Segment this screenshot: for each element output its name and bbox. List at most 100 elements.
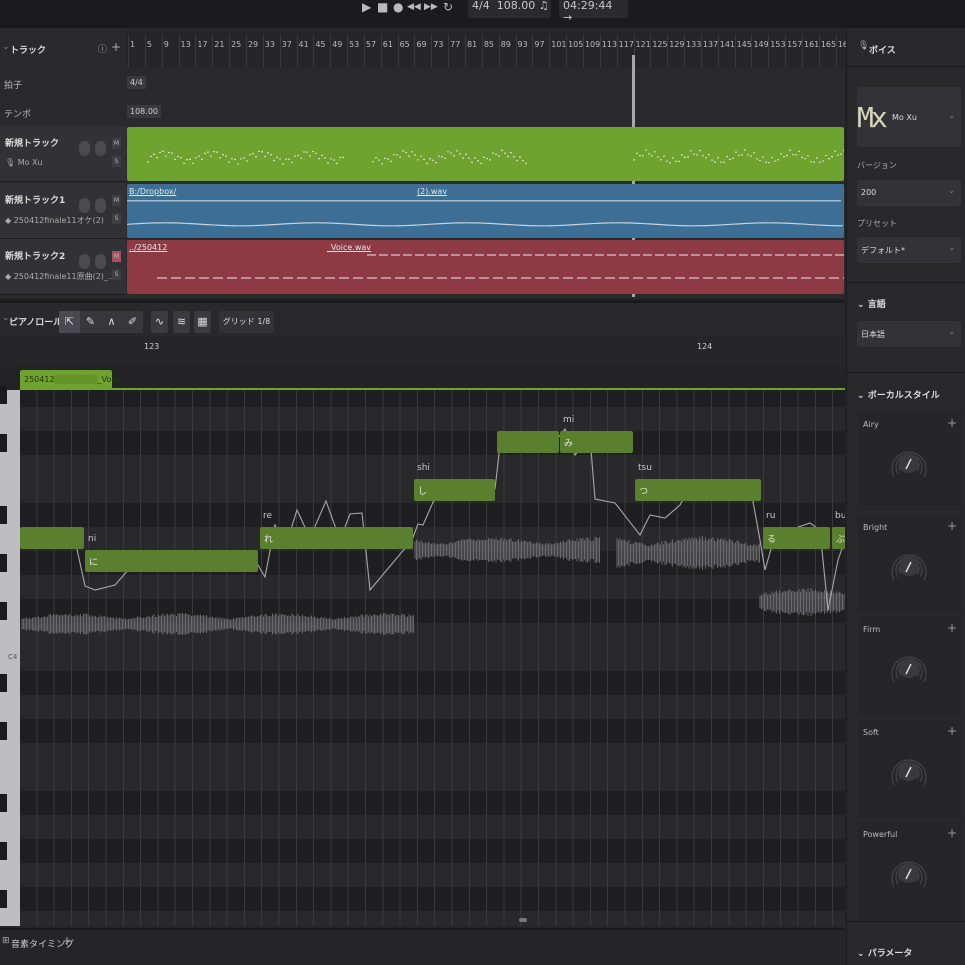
track-clip[interactable]: B:/Dropbox/ (2).wav	[127, 184, 844, 238]
note[interactable]: し	[414, 479, 495, 501]
pan-knob[interactable]	[95, 198, 106, 213]
pitch-curve[interactable]	[20, 429, 845, 610]
note[interactable]: に	[85, 550, 258, 572]
add-icon[interactable]: +	[947, 724, 957, 738]
track-clip[interactable]: ../250412 _Voice.wav	[127, 240, 844, 294]
note[interactable]: ぶ	[832, 527, 845, 549]
pitch-curve-toggle-icon[interactable]: ∿	[151, 311, 168, 333]
pan-knob[interactable]	[95, 254, 106, 269]
note[interactable]	[20, 527, 84, 549]
exit-icon[interactable]: →	[563, 11, 572, 24]
track-name[interactable]: 新規トラック	[5, 136, 59, 149]
vocal-style-header[interactable]: ⌄ ボーカルスタイル	[857, 388, 940, 401]
gain-knob[interactable]	[79, 254, 90, 269]
style-knob[interactable]	[889, 745, 929, 789]
track-header[interactable]: 新規トラック1 ◆ 250412finale11オケ(2) M S	[0, 183, 126, 239]
solo-button[interactable]: S	[112, 156, 121, 167]
note-grid[interactable]: に ni れ re し shi み mi つ tsu る ru ぶ bu	[20, 390, 845, 926]
mute-button[interactable]: M	[112, 251, 121, 262]
pen-tool-icon[interactable]: ✎	[80, 311, 101, 333]
preset-select[interactable]: デフォルト*⌄	[857, 237, 961, 263]
note-lyric[interactable]: bu	[835, 511, 845, 521]
black-key[interactable]	[0, 794, 7, 812]
waveform-toggle-icon[interactable]: ≋	[173, 311, 190, 333]
parameters-header[interactable]: ⌄ パラメータ	[857, 946, 912, 959]
black-key[interactable]	[0, 842, 7, 860]
forward-button[interactable]: ▶▶	[424, 2, 438, 20]
tempo-marker[interactable]: 108.00	[127, 105, 161, 118]
tempo-value[interactable]: 108.00	[497, 0, 536, 12]
version-select[interactable]: 200⌄	[857, 180, 961, 206]
style-knob[interactable]	[889, 437, 929, 481]
add-icon[interactable]: +	[947, 519, 957, 533]
record-button[interactable]: ●	[393, 0, 403, 18]
black-key[interactable]	[0, 506, 7, 524]
black-key[interactable]	[0, 434, 7, 452]
gain-knob[interactable]	[79, 198, 90, 213]
style-knob[interactable]	[889, 847, 929, 891]
note[interactable]: れ	[260, 527, 413, 549]
add-icon[interactable]: +	[947, 621, 957, 635]
ruler-tick	[347, 34, 348, 68]
scroll-handle[interactable]	[519, 918, 527, 922]
style-knob[interactable]	[889, 540, 929, 584]
voice-select[interactable]: Mx Mo Xu ⌄	[857, 87, 961, 147]
preset-label: プリセット	[857, 218, 897, 229]
timeline-ruler[interactable]: 1591317212529333741454953576165697377818…	[126, 28, 845, 68]
track-name[interactable]: 新規トラック1	[5, 193, 65, 206]
black-key[interactable]	[0, 602, 7, 620]
note-lyric[interactable]: mi	[563, 415, 574, 425]
black-key[interactable]	[0, 554, 7, 572]
time-signature[interactable]: 4/4	[472, 0, 490, 12]
note-lyric[interactable]: shi	[417, 463, 430, 473]
meter-value[interactable]: 4/4	[127, 76, 146, 89]
note-lyric[interactable]: ni	[88, 534, 96, 544]
note-lyric[interactable]: re	[263, 511, 272, 521]
language-header[interactable]: ⌄ 言語	[857, 297, 886, 310]
track-header[interactable]: 新規トラック2 ◆ 250412finale11原曲(2)_… M S	[0, 239, 126, 295]
meter-tempo-box[interactable]: 4/4 108.00 ♫	[468, 0, 551, 18]
mute-button[interactable]: M	[112, 195, 121, 206]
gain-knob[interactable]	[79, 141, 90, 156]
collapse-chevron-icon[interactable]: ⌄	[2, 42, 10, 52]
add-track-button[interactable]: +	[111, 40, 121, 54]
add-icon[interactable]: +	[947, 416, 957, 430]
note[interactable]: み	[560, 431, 633, 453]
add-panel-button[interactable]: +	[62, 934, 72, 948]
language-select[interactable]: 日本語⌄	[857, 321, 961, 347]
loop-button[interactable]: ↻	[443, 0, 453, 18]
stop-button[interactable]: ■	[377, 0, 388, 18]
track-name[interactable]: 新規トラック2	[5, 249, 65, 262]
black-key[interactable]	[0, 890, 7, 908]
piano-toggle-icon[interactable]: ▦	[194, 311, 211, 333]
black-key[interactable]	[0, 386, 7, 404]
add-icon[interactable]: +	[947, 826, 957, 840]
ruler-tick	[229, 34, 230, 68]
select-tool-icon[interactable]: ⇱	[59, 311, 80, 333]
note[interactable]: る	[763, 527, 830, 549]
solo-button[interactable]: S	[112, 269, 121, 280]
grid-value: グリッド 1/8	[223, 317, 270, 326]
pan-knob[interactable]	[95, 141, 106, 156]
info-icon[interactable]: ⓘ	[98, 42, 107, 55]
solo-button[interactable]: S	[112, 213, 121, 224]
rewind-button[interactable]: ◀◀	[407, 2, 421, 20]
black-key[interactable]	[0, 722, 7, 740]
note[interactable]	[497, 431, 559, 453]
style-name: Bright	[863, 523, 887, 532]
track-header[interactable]: 新規トラック 🎙 Mo Xu M S	[0, 126, 126, 182]
metronome-icon[interactable]: ♫	[539, 0, 549, 12]
mute-button[interactable]: M	[112, 138, 121, 149]
play-button[interactable]: ▶	[362, 0, 371, 18]
grid-select[interactable]: グリッド 1/8 ⌄	[219, 311, 274, 333]
track-clip[interactable]	[127, 127, 844, 181]
style-knob[interactable]	[889, 642, 929, 686]
clip-tab[interactable]: 250412▒▒▒▒▒▒▒_Voice	[20, 370, 112, 390]
black-key[interactable]	[0, 674, 7, 692]
pitch-tool-icon[interactable]: ∧	[101, 311, 122, 333]
note-lyric[interactable]: tsu	[638, 463, 652, 473]
pitch-pen-tool-icon[interactable]: ✐	[122, 311, 143, 333]
note[interactable]: つ	[635, 479, 761, 501]
note-lyric[interactable]: ru	[766, 511, 775, 521]
piano-roll-ruler[interactable]: 123 124	[20, 336, 845, 366]
